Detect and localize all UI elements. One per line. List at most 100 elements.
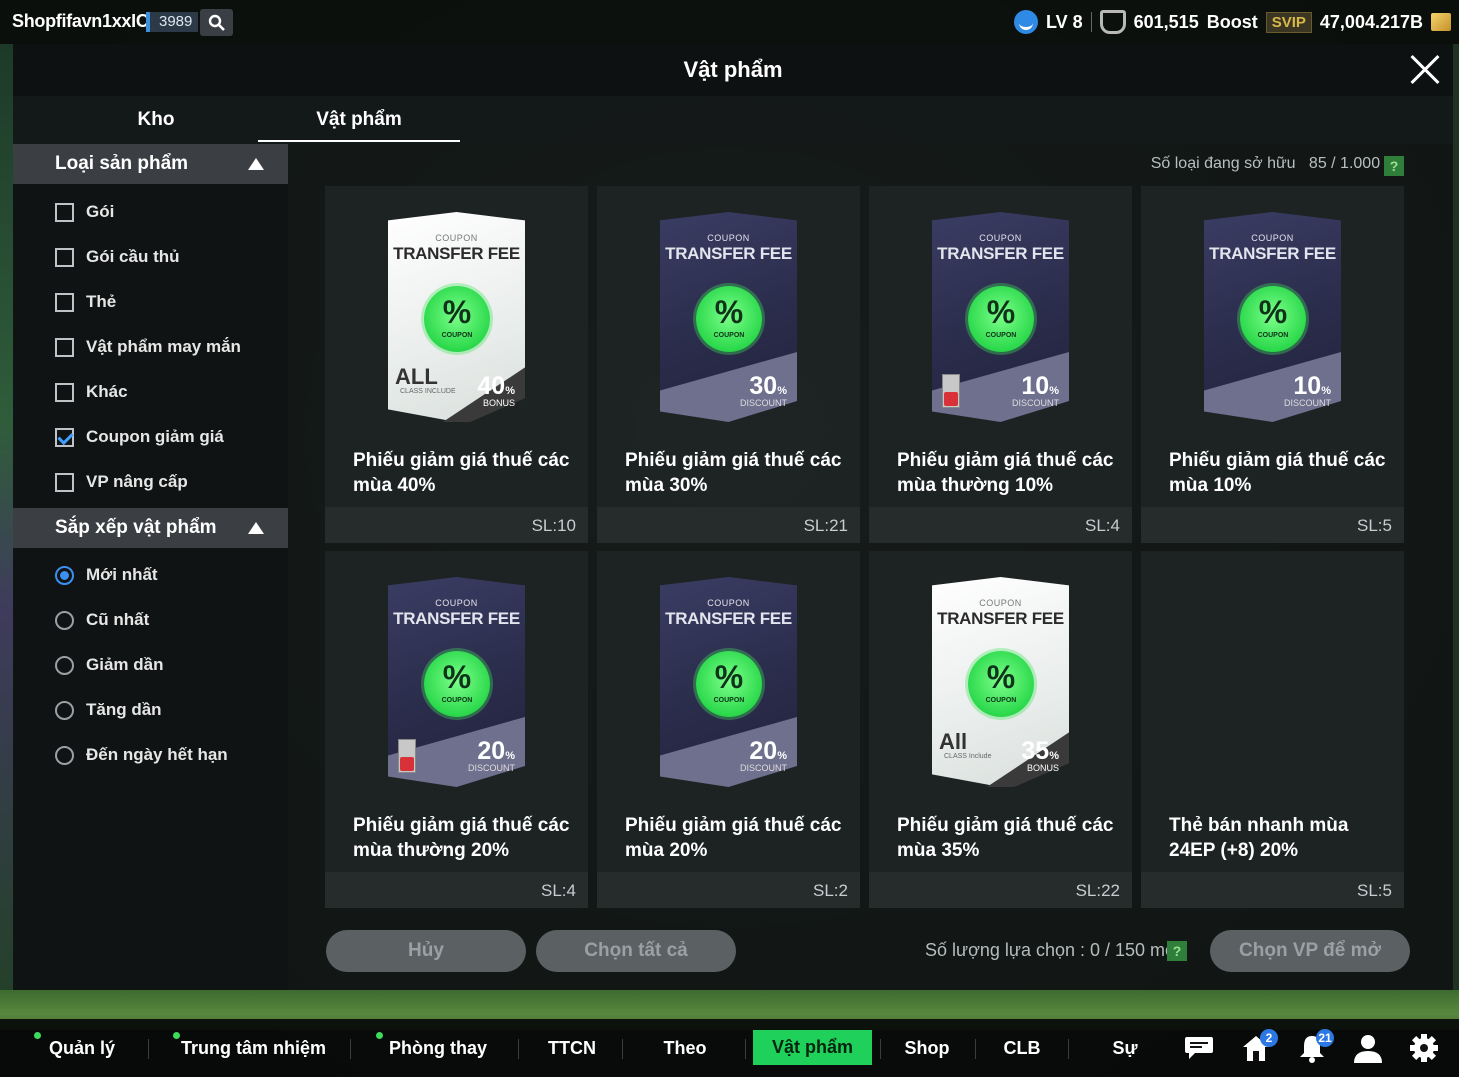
checkbox-checked[interactable]: [55, 427, 74, 447]
nav-divider: [880, 1039, 881, 1059]
item-card[interactable]: COUPON TRANSFER FEE % COUPON 20% DISCOUNT…: [597, 551, 860, 908]
tab-kho[interactable]: Kho: [55, 96, 257, 142]
svip-badge[interactable]: SVIP: [1265, 11, 1312, 33]
close-icon[interactable]: [1409, 54, 1441, 86]
nav-divider: [745, 1039, 746, 1059]
filter-khac[interactable]: Khác: [55, 380, 128, 404]
level-icon: [1013, 10, 1038, 34]
nav-trung-tam-nhiem-vu[interactable]: Trung tâm nhiệm vụ: [173, 1019, 326, 1077]
nav-divider: [148, 1039, 149, 1059]
help-icon[interactable]: ?: [1167, 941, 1187, 961]
filter-section-header[interactable]: Loại sản phẩm: [13, 144, 288, 184]
filter-goi-cau-thu[interactable]: Gói cầu thủ: [55, 245, 180, 269]
checkbox[interactable]: [55, 382, 74, 402]
radio[interactable]: [55, 745, 74, 765]
sort-giam-dan[interactable]: Giảm dần: [55, 653, 163, 677]
help-icon[interactable]: ?: [1384, 156, 1404, 176]
nav-shop[interactable]: Shop: [902, 1019, 952, 1077]
nav-phong-thay-do[interactable]: Phòng thay đồ: [376, 1019, 492, 1077]
item-footer: SL:21: [597, 507, 860, 543]
checkbox[interactable]: [55, 337, 74, 357]
background-left: [0, 44, 14, 990]
select-all-button[interactable]: Chọn tất cả: [536, 930, 736, 972]
filter-label: Gói: [86, 202, 115, 221]
coupon-sub: DISCOUNT: [740, 763, 787, 773]
filter-the[interactable]: Thẻ: [55, 290, 116, 314]
filter-label: Khác: [86, 382, 128, 401]
sort-cu-nhat[interactable]: Cũ nhất: [55, 608, 149, 632]
coupon-sub: DISCOUNT: [1012, 398, 1059, 408]
nav-theo-doi[interactable]: Theo dõi: [650, 1019, 720, 1077]
checkbox[interactable]: [55, 247, 74, 267]
open-items-button[interactable]: Chọn VP để mở: [1210, 930, 1410, 972]
filter-label: Vật phẩm may mắn: [86, 337, 241, 356]
sort-section-header[interactable]: Sắp xếp vật phẩm: [13, 508, 288, 548]
radio[interactable]: [55, 700, 74, 720]
item-name: Phiếu giảm giá thuế các mùa 40%: [353, 450, 570, 496]
percent-badge-icon: % COUPON: [696, 286, 762, 352]
gear-icon[interactable]: [1408, 1033, 1440, 1063]
item-quantity: SL:5: [1357, 881, 1392, 900]
item-card[interactable]: COUPON TRANSFER FEE % COUPON 10% DISCOUNT…: [869, 186, 1132, 543]
nav-su-kien[interactable]: Sự kiện: [1095, 1019, 1155, 1077]
search-button[interactable]: [200, 9, 233, 36]
coupon-value: 10%: [1293, 372, 1331, 400]
modal-title: Vật phẩm: [683, 57, 783, 82]
nav-divider: [518, 1039, 519, 1059]
filter-goi[interactable]: Gói: [55, 200, 114, 224]
nav-quan-ly-ct[interactable]: Quản lý CT: [34, 1019, 122, 1077]
profile-icon-svg: [1354, 1035, 1382, 1063]
nav-vat-pham[interactable]: Vật phẩm: [753, 1030, 872, 1065]
item-footer: SL:4: [869, 507, 1132, 543]
checkbox[interactable]: [55, 292, 74, 312]
filter-vp-nang-cap[interactable]: VP nâng cấp: [55, 470, 188, 494]
lock-icon: [942, 374, 960, 408]
trophy-icon: [1099, 10, 1126, 34]
item-card[interactable]: Thẻ bán nhanh mùa 24EP (+8) 20% SL:5: [1141, 551, 1404, 908]
checkbox[interactable]: [55, 202, 74, 222]
bell-icon[interactable]: 21: [1296, 1029, 1334, 1063]
coupon-value: 20%: [477, 737, 515, 765]
filter-coupon-giam-gia[interactable]: Coupon giảm giá: [55, 425, 224, 449]
tab-vat-pham[interactable]: Vật phẩm: [258, 96, 460, 142]
tab-bar: Kho Vật phẩm: [13, 96, 1453, 144]
selection-count: Số lượng lựa chọn : 0 / 150 món: [925, 940, 1186, 960]
coupon-value: 10%: [1021, 372, 1059, 400]
radio[interactable]: [55, 610, 74, 630]
chat-icon[interactable]: [1183, 1033, 1215, 1063]
sort-label: Cũ nhất: [86, 610, 150, 629]
owned-count: Số loại đang sở hữu 85 / 1.000 cái: [1151, 155, 1405, 173]
item-quantity: SL:5: [1357, 516, 1392, 535]
coupon-all-sub: CLASS Include: [944, 753, 992, 760]
item-quantity: SL:2: [813, 881, 848, 900]
coupon-all-text: ALL: [395, 364, 438, 389]
sort-tang-dan[interactable]: Tăng dần: [55, 698, 162, 722]
item-card[interactable]: COUPON TRANSFER FEE % COUPON All CLASS In…: [869, 551, 1132, 908]
item-card[interactable]: COUPON TRANSFER FEE % COUPON 30% DISCOUNT…: [597, 186, 860, 543]
filter-vat-pham-may-man[interactable]: Vật phẩm may mắn: [55, 335, 241, 359]
home-icon[interactable]: 2: [1240, 1029, 1278, 1063]
sort-moi-nhat[interactable]: Mới nhất: [55, 563, 158, 587]
item-card[interactable]: COUPON TRANSFER FEE % COUPON 20% DISCOUNT…: [325, 551, 588, 908]
coupon-value: 40%: [477, 372, 515, 400]
radio[interactable]: [55, 655, 74, 675]
new-dot-icon: [34, 1032, 41, 1039]
item-footer: SL:5: [1141, 872, 1404, 908]
profile-icon[interactable]: [1352, 1033, 1384, 1063]
sort-den-ngay-het-han[interactable]: Đến ngày hết hạn: [55, 743, 228, 767]
item-card[interactable]: COUPON TRANSFER FEE % COUPON ALL CLASS IN…: [325, 186, 588, 543]
checkbox[interactable]: [55, 472, 74, 492]
item-card[interactable]: COUPON TRANSFER FEE % COUPON 10% DISCOUNT…: [1141, 186, 1404, 543]
nav-clb[interactable]: CLB: [1002, 1019, 1042, 1077]
coupon-value: 30%: [749, 372, 787, 400]
trophy-count: 601,515: [1133, 11, 1199, 32]
radio-checked[interactable]: [55, 565, 74, 585]
chat-icon-svg: [1185, 1037, 1213, 1059]
sort-label: Đến ngày hết hạn: [86, 745, 228, 764]
filter-label: VP nâng cấp: [86, 472, 188, 491]
nav-ttcn[interactable]: TTCN: [546, 1019, 598, 1077]
item-footer: SL:10: [325, 507, 588, 543]
percent-badge-icon: % COUPON: [968, 651, 1034, 717]
cancel-button[interactable]: Hủy: [326, 930, 526, 972]
nav-divider: [622, 1039, 623, 1059]
